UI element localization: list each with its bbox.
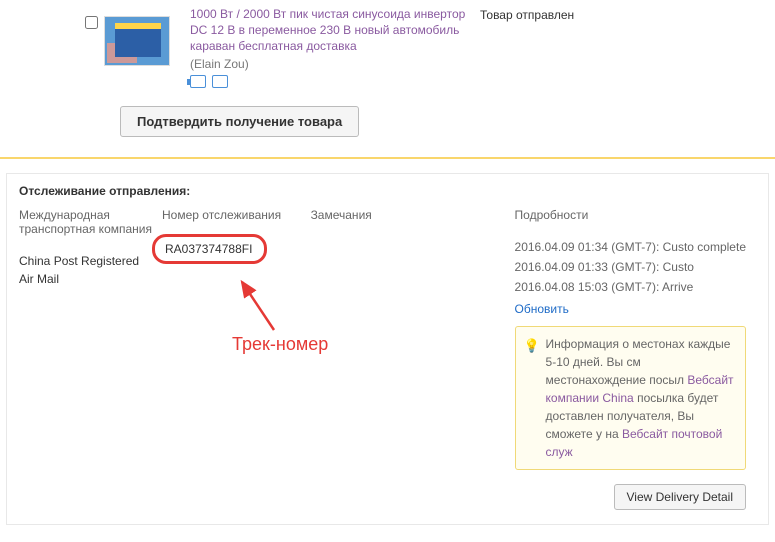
col-header-details: Подробности [515, 208, 746, 222]
product-thumbnail[interactable] [104, 16, 170, 66]
view-detail-row: View Delivery Detail [19, 470, 756, 510]
divider-line [0, 157, 775, 159]
product-checkbox-cell [0, 6, 180, 66]
confirm-row: Подтвердить получение товара [0, 98, 775, 157]
order-top-section: 1000 Вт / 2000 Вт пик чистая синусоида и… [0, 0, 775, 157]
product-row: 1000 Вт / 2000 Вт пик чистая синусоида и… [0, 6, 775, 98]
lightbulb-icon: 💡 [524, 336, 540, 356]
view-delivery-detail-button[interactable]: View Delivery Detail [614, 484, 746, 510]
tracking-company: China Post Registered Air Mail [19, 252, 152, 288]
detail-line: 2016.04.08 15:03 (GMT-7): Arrive [515, 278, 746, 296]
detail-line: 2016.04.09 01:34 (GMT-7): Custo complete [515, 238, 746, 256]
tracking-number: RA037374788FI [152, 234, 267, 264]
product-checkbox[interactable] [85, 16, 98, 29]
col-header-notes: Замечания [311, 208, 505, 222]
refresh-link[interactable]: Обновить [515, 300, 569, 318]
tracking-panel: Отслеживание отправления: Международная … [6, 173, 769, 525]
detail-line: 2016.04.09 01:33 (GMT-7): Custo [515, 258, 746, 276]
col-header-number: Номер отслеживания [162, 208, 301, 222]
tracking-info-box: 💡 Информация о местонах каждые 5-10 дней… [515, 326, 746, 470]
product-info: 1000 Вт / 2000 Вт пик чистая синусоида и… [180, 6, 480, 88]
tracking-details: 2016.04.09 01:34 (GMT-7): Custo complete… [515, 238, 746, 470]
order-status: Товар отправлен [480, 6, 680, 22]
col-header-company: Международная транспортная компания [19, 208, 152, 236]
annotation-label: Трек-номер [232, 334, 328, 355]
tracking-panel-title: Отслеживание отправления: [19, 184, 756, 198]
product-shipping-icons [190, 75, 470, 88]
tracking-number-cell: RA037374788FI [162, 238, 301, 264]
truck-icon [190, 75, 206, 88]
confirm-receipt-button[interactable]: Подтвердить получение товара [120, 106, 359, 137]
product-title-link[interactable]: 1000 Вт / 2000 Вт пик чистая синусоида и… [190, 6, 470, 55]
seller-name: (Elain Zou) [190, 57, 470, 71]
package-icon [212, 75, 228, 88]
tracking-table: Международная транспортная компания Chin… [19, 208, 756, 470]
